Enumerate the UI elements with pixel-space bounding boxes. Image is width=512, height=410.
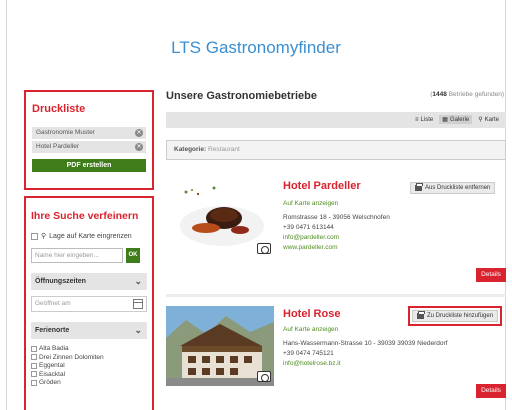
- remove-from-print-list-button[interactable]: Aus Druckliste entfernen: [410, 182, 496, 194]
- opening-date-input[interactable]: Geöffnet am: [31, 296, 147, 312]
- hotel-name[interactable]: Hotel Rose: [283, 308, 340, 320]
- map-filter-row: ⚲ Lage auf Karte eingrenzen: [31, 232, 147, 240]
- map-pin-icon: ⚲: [41, 233, 47, 240]
- view-gallery-button[interactable]: ▦ Galerie: [439, 115, 473, 124]
- ferienort-checkbox[interactable]: [31, 345, 37, 352]
- ferienort-checkbox[interactable]: [31, 354, 37, 360]
- list-icon: ≡: [415, 116, 419, 123]
- add-to-print-list-highlight: Zu Druckliste hinzufügen: [408, 306, 503, 326]
- app-title: LTS Gastronomyfinder: [171, 38, 341, 57]
- view-toggle-bar: ≡ Liste ▦ Galerie ⚲ Karte: [166, 112, 506, 128]
- show-on-map-link[interactable]: Auf Karte anzeigen: [283, 326, 338, 333]
- hotel-email-link[interactable]: info@hotelrose.bz.it: [283, 360, 341, 367]
- remove-from-print-list-label: Aus Druckliste entfernen: [425, 185, 491, 191]
- ferienort-checkbox[interactable]: [31, 371, 37, 377]
- ferienort-option[interactable]: Eggental: [31, 362, 147, 369]
- hotel-website-link[interactable]: www.pardeller.com: [283, 244, 338, 251]
- ferienort-option[interactable]: Drei Zinnen Dolomiten: [31, 354, 147, 361]
- category-value: Restaurant: [207, 146, 240, 153]
- map-pin-icon: ⚲: [478, 117, 483, 123]
- map-filter-label: Lage auf Karte eingrenzen: [49, 232, 132, 240]
- add-to-print-list-button[interactable]: Zu Druckliste hinzufügen: [412, 310, 499, 322]
- page-title: Unsere Gastronomiebetriebe: [166, 90, 317, 102]
- hotel-name[interactable]: Hotel Pardeller: [283, 180, 361, 192]
- hotel-email-link[interactable]: info@pardeller.com: [283, 234, 339, 241]
- druckliste-item: Hotel Pardeller ✕: [32, 141, 146, 153]
- ferienort-option[interactable]: Alta Badia: [31, 345, 147, 352]
- ferienort-option[interactable]: Gröden: [31, 379, 147, 386]
- ferienort-label: Gröden: [39, 379, 61, 386]
- hotel-photo[interactable]: [166, 306, 274, 386]
- view-list-label: Liste: [420, 116, 434, 123]
- hotel-photo[interactable]: [166, 178, 274, 258]
- druckliste-item-label: Gastronomie Muster: [36, 129, 95, 136]
- name-search-row: Name hier eingeben... OK: [31, 248, 147, 263]
- view-map-button[interactable]: ⚲ Karte: [475, 115, 502, 124]
- ferienort-checkbox[interactable]: [31, 362, 37, 369]
- result-count-suffix: Betriebe gefunden): [448, 91, 504, 98]
- result-count-number: 1448: [432, 91, 447, 98]
- ferienorte-header[interactable]: Ferienorte ⌄: [31, 322, 147, 339]
- ferienort-label: Alta Badia: [39, 345, 69, 352]
- ferienort-label: Eggental: [39, 362, 65, 369]
- hotel-address: Romstrasse 18 - 39056 Welschnofen: [283, 214, 390, 221]
- calendar-icon[interactable]: [133, 299, 143, 309]
- ferienort-option[interactable]: Eisacktal: [31, 371, 147, 378]
- printer-icon: [417, 311, 425, 319]
- camera-icon[interactable]: [257, 243, 271, 254]
- grid-icon: ▦: [442, 117, 448, 123]
- pdf-create-button[interactable]: PDF erstellen: [32, 159, 146, 172]
- map-filter-checkbox[interactable]: [31, 232, 38, 240]
- details-button[interactable]: Details: [476, 384, 506, 398]
- view-map-label: Karte: [484, 116, 499, 123]
- opening-hours-label: Öffnungszeiten: [35, 278, 86, 285]
- category-filter-bar[interactable]: Kategorie: Restaurant: [166, 140, 506, 160]
- divider: [166, 294, 506, 297]
- chevron-down-icon: ⌄: [134, 325, 142, 335]
- show-on-map-link[interactable]: Auf Karte anzeigen: [283, 200, 338, 207]
- hotel-phone: +39 0471 613144: [283, 224, 334, 231]
- druckliste-panel: Druckliste Gastronomie Muster ✕ Hotel Pa…: [24, 90, 154, 190]
- hotel-address: Hans-Wassermann-Strasse 10 - 39039 39039…: [283, 340, 448, 347]
- camera-icon[interactable]: [257, 371, 271, 382]
- view-gallery-label: Galerie: [449, 116, 470, 123]
- filter-title: Ihre Suche verfeinern: [31, 210, 139, 222]
- ferienorte-label: Ferienorte: [35, 327, 70, 334]
- name-search-input[interactable]: Name hier eingeben...: [31, 248, 123, 263]
- remove-icon[interactable]: ✕: [135, 143, 143, 151]
- filter-panel: Ihre Suche verfeinern ⚲ Lage auf Karte e…: [24, 196, 154, 410]
- ferienort-label: Drei Zinnen Dolomiten: [39, 353, 104, 361]
- printer-icon: [415, 183, 423, 191]
- ferienort-label: Eisacktal: [39, 370, 66, 378]
- remove-icon[interactable]: ✕: [135, 129, 143, 137]
- hotel-phone: +39 0474 745121: [283, 350, 334, 357]
- result-count: (1448 Betriebe gefunden): [380, 91, 506, 98]
- view-list-button[interactable]: ≡ Liste: [412, 115, 437, 124]
- druckliste-item-label: Hotel Pardeller: [36, 143, 79, 150]
- ok-button[interactable]: OK: [126, 248, 140, 263]
- druckliste-item: Gastronomie Muster ✕: [32, 127, 146, 139]
- opening-date-placeholder: Geöffnet am: [35, 300, 71, 307]
- chevron-down-icon: ⌄: [134, 276, 142, 286]
- opening-hours-header[interactable]: Öffnungszeiten ⌄: [31, 273, 147, 290]
- details-button[interactable]: Details: [476, 268, 506, 282]
- ferienort-checkbox[interactable]: [31, 379, 37, 386]
- druckliste-title: Druckliste: [32, 103, 86, 115]
- add-to-print-list-label: Zu Druckliste hinzufügen: [427, 313, 494, 319]
- hotel-card: Hotel Pardeller Auf Karte anzeigen Romst…: [166, 178, 506, 290]
- hotel-card: Hotel Rose Auf Karte anzeigen Hans-Wasse…: [166, 306, 506, 410]
- category-label: Kategorie:: [174, 146, 207, 153]
